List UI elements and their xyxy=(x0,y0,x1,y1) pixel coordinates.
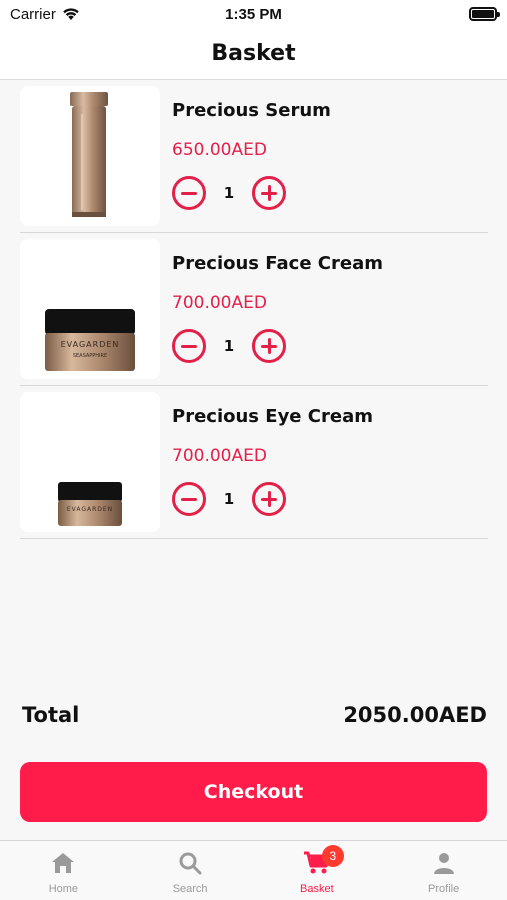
basket-count-badge: 3 xyxy=(321,845,344,867)
tab-label: Basket xyxy=(300,883,334,895)
product-name: Precious Serum xyxy=(172,100,331,121)
product-price: 700.00AED xyxy=(172,446,267,466)
face-cream-jar-image: EVAGARDEN SEASAPPHIRE xyxy=(45,309,135,371)
quantity-stepper: 1 xyxy=(172,329,286,363)
brand-text: EVAGARDEN xyxy=(67,506,113,513)
status-bar: Carrier 1:35 PM xyxy=(0,0,507,28)
checkout-label: Checkout xyxy=(203,781,304,803)
quantity-stepper: 1 xyxy=(172,176,286,210)
search-icon xyxy=(179,852,202,875)
product-image-serum[interactable] xyxy=(20,86,160,226)
tab-basket[interactable]: 3 Basket xyxy=(254,841,381,900)
basket-list: Precious Serum 650.00AED 1 EVAGARDEN SEA… xyxy=(20,80,488,539)
decrease-quantity-button[interactable] xyxy=(172,329,206,363)
page-title: Basket xyxy=(211,41,296,66)
tab-label: Home xyxy=(48,883,79,895)
person-icon xyxy=(433,853,454,874)
tab-profile[interactable]: Profile xyxy=(380,841,507,900)
total-row: Total 2050.00AED xyxy=(22,703,487,727)
brand-text: EVAGARDEN xyxy=(61,340,120,349)
product-price: 650.00AED xyxy=(172,140,267,160)
tab-label: Profile xyxy=(428,883,460,895)
status-left: Carrier xyxy=(10,6,80,23)
product-name: Precious Eye Cream xyxy=(172,406,373,427)
quantity-value: 1 xyxy=(223,337,235,355)
tab-label: Search xyxy=(172,883,208,895)
carrier-label: Carrier xyxy=(10,5,56,23)
serum-bottle-image xyxy=(70,92,108,217)
product-image-eye-cream[interactable]: EVAGARDEN xyxy=(20,392,160,532)
tab-bar: Home Search 3 Basket Profile xyxy=(0,840,507,900)
product-image-face-cream[interactable]: EVAGARDEN SEASAPPHIRE xyxy=(20,239,160,379)
eye-cream-jar-image: EVAGARDEN xyxy=(58,482,122,526)
quantity-value: 1 xyxy=(223,184,235,202)
checkout-button[interactable]: Checkout xyxy=(20,762,487,822)
quantity-value: 1 xyxy=(223,490,235,508)
total-value: 2050.00AED xyxy=(343,703,487,727)
increase-quantity-button[interactable] xyxy=(252,176,286,210)
increase-quantity-button[interactable] xyxy=(252,329,286,363)
increase-quantity-button[interactable] xyxy=(252,482,286,516)
product-name: Precious Face Cream xyxy=(172,253,384,274)
battery-icon xyxy=(469,7,500,21)
tab-home[interactable]: Home xyxy=(0,841,127,900)
tab-search[interactable]: Search xyxy=(127,841,254,900)
decrease-quantity-button[interactable] xyxy=(172,176,206,210)
basket-item: EVAGARDEN SEASAPPHIRE Precious Face Crea… xyxy=(20,233,488,386)
product-price: 700.00AED xyxy=(172,293,267,313)
basket-item: EVAGARDEN Precious Eye Cream 700.00AED 1 xyxy=(20,386,488,539)
basket-item: Precious Serum 650.00AED 1 xyxy=(20,80,488,233)
decrease-quantity-button[interactable] xyxy=(172,482,206,516)
product-line-text: SEASAPPHIRE xyxy=(73,353,107,359)
home-icon xyxy=(52,853,75,873)
quantity-stepper: 1 xyxy=(172,482,286,516)
nav-bar: Basket xyxy=(0,28,507,80)
wifi-icon xyxy=(63,8,79,20)
total-label: Total xyxy=(22,703,80,727)
